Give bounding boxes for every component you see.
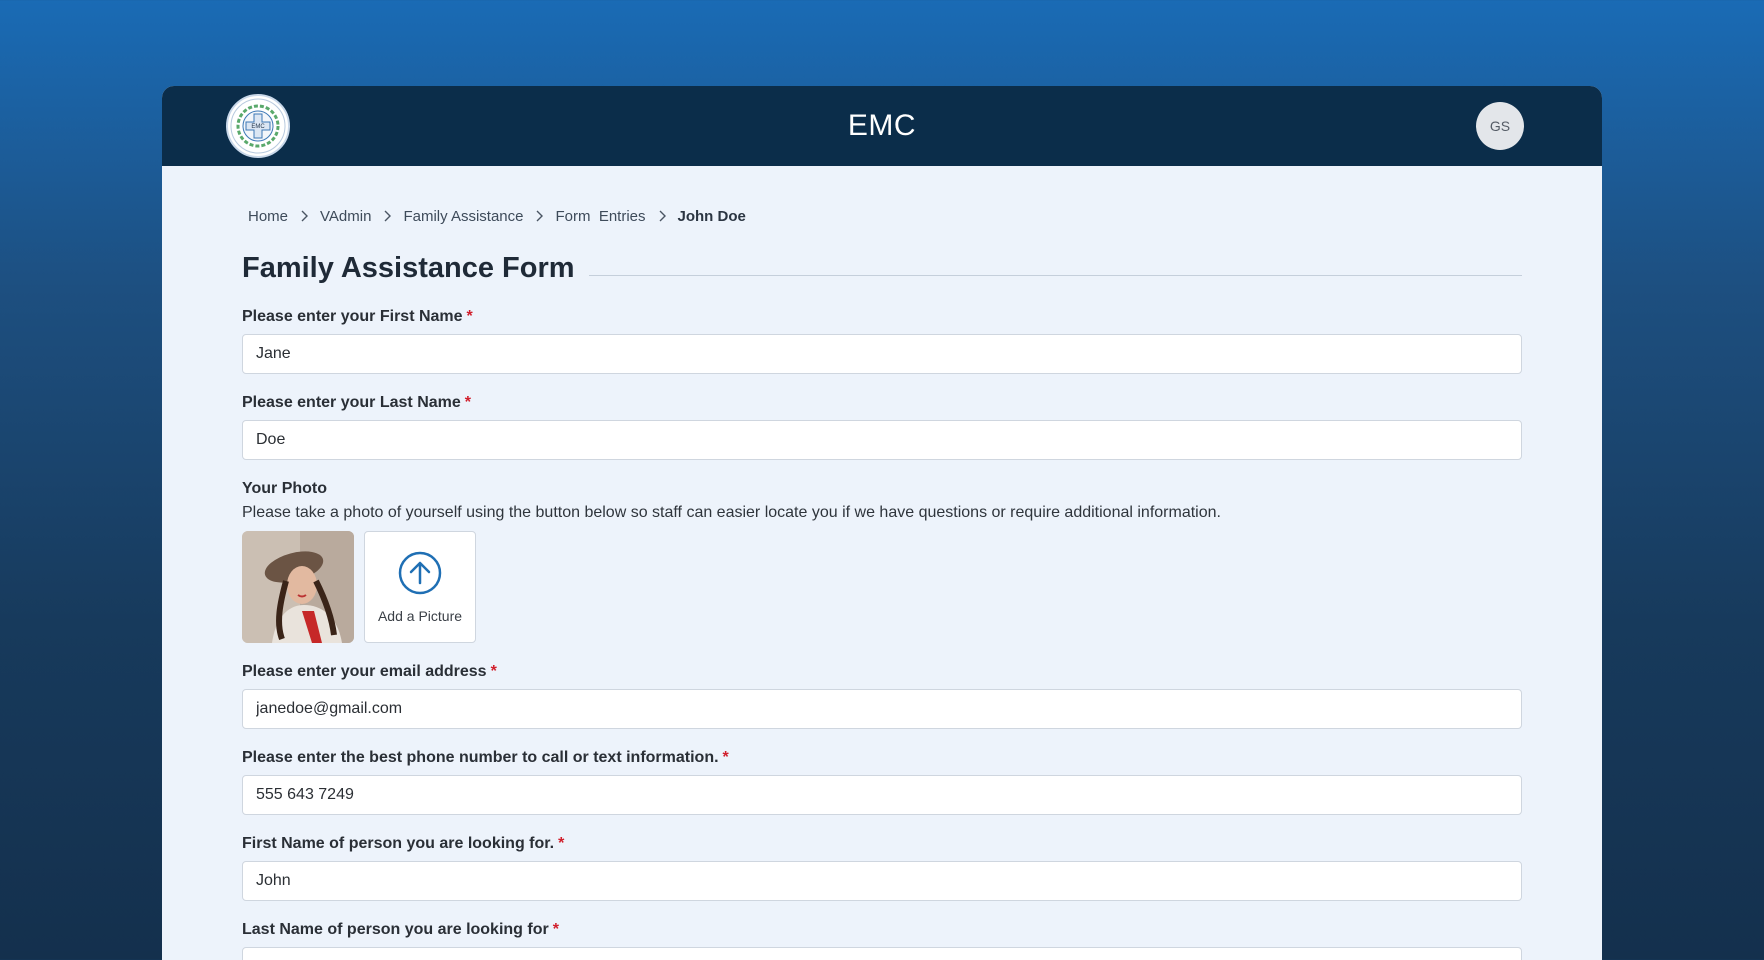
missing-first-name-input[interactable] — [242, 861, 1522, 901]
breadcrumb-family-assistance[interactable]: Family Assistance — [403, 208, 523, 225]
phone-field: Please enter the best phone number to ca… — [242, 749, 1522, 815]
first-name-field: Please enter your First Name * — [242, 308, 1522, 374]
emc-logo[interactable]: EMC — [226, 94, 290, 158]
chevron-right-icon — [300, 210, 309, 222]
breadcrumb-form-entries[interactable]: Form Entries — [555, 208, 645, 225]
emc-logo-icon: EMC — [230, 98, 286, 154]
last-name-field: Please enter your Last Name * — [242, 394, 1522, 460]
photo-field: Your Photo Please take a photo of yourse… — [242, 480, 1522, 643]
app-title: EMC — [847, 109, 917, 142]
photo-description: Please take a photo of yourself using th… — [242, 504, 1221, 521]
last-name-input[interactable] — [242, 420, 1522, 460]
missing-first-name-field: First Name of person you are looking for… — [242, 835, 1522, 901]
last-name-label: Please enter your Last Name — [242, 394, 461, 411]
breadcrumb-current: John Doe — [677, 207, 746, 225]
top-bar: EMC EMC GS — [162, 86, 1602, 166]
breadcrumb: Home VAdmin Family Assistance Form Entri… — [242, 206, 1522, 226]
required-marker: * — [558, 835, 565, 852]
phone-input[interactable] — [242, 775, 1522, 815]
photo-row: Add a Picture — [242, 531, 1522, 643]
email-input[interactable] — [242, 689, 1522, 729]
missing-last-name-input[interactable] — [242, 947, 1522, 960]
required-marker: * — [552, 921, 559, 938]
missing-first-name-label: First Name of person you are looking for… — [242, 835, 555, 852]
portrait-image — [242, 531, 354, 643]
page-title: Family Assistance Form — [242, 251, 575, 284]
chevron-right-icon — [383, 210, 392, 222]
chevron-right-icon — [535, 210, 544, 222]
chevron-right-icon — [658, 210, 666, 222]
missing-last-name-field: Last Name of person you are looking for * — [242, 921, 1522, 960]
add-picture-label: Add a Picture — [377, 607, 463, 624]
missing-last-name-label: Last Name of person you are looking for — [242, 921, 549, 938]
first-name-label: Please enter your First Name — [242, 308, 463, 325]
email-label: Please enter your email address — [242, 663, 487, 680]
form-header: Family Assistance Form — [242, 248, 1522, 288]
required-marker: * — [466, 308, 473, 325]
required-marker: * — [722, 749, 729, 766]
breadcrumb-home[interactable]: Home — [248, 208, 288, 225]
photo-label: Your Photo — [242, 480, 328, 497]
phone-label: Please enter the best phone number to ca… — [242, 749, 719, 766]
upload-arrow-icon — [398, 551, 442, 594]
add-picture-button[interactable]: Add a Picture — [364, 531, 476, 643]
title-divider — [588, 274, 1522, 276]
required-marker: * — [464, 394, 471, 411]
user-photo-thumbnail[interactable] — [242, 531, 354, 643]
app-card: EMC EMC GS Home VAdmin Family Assistance… — [162, 86, 1602, 960]
first-name-input[interactable] — [242, 334, 1522, 374]
main-content: Home VAdmin Family Assistance Form Entri… — [162, 166, 1602, 960]
breadcrumb-vadmin[interactable]: VAdmin — [320, 208, 371, 225]
required-marker: * — [490, 663, 497, 680]
user-avatar[interactable]: GS — [1476, 102, 1524, 150]
logo-text: EMC — [251, 124, 265, 130]
email-field: Please enter your email address * — [242, 663, 1522, 729]
